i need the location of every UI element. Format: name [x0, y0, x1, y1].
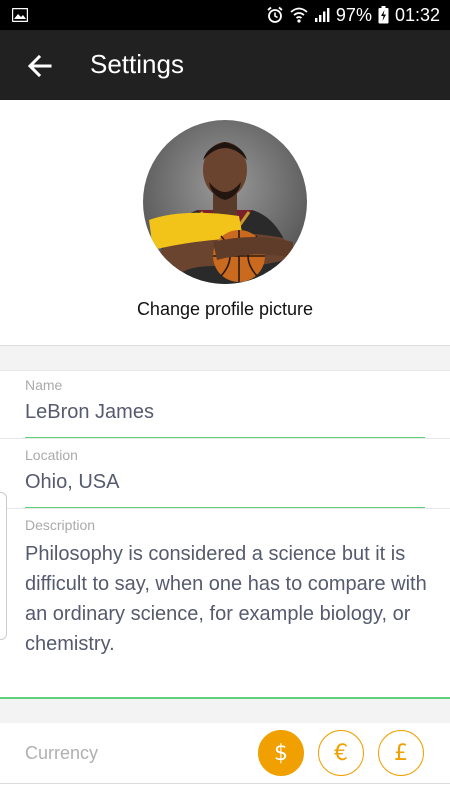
profile-photo: [143, 120, 307, 284]
name-value[interactable]: LeBron James: [25, 401, 154, 424]
wifi-icon: [290, 7, 308, 23]
status-indicators: 97% 01:32: [266, 0, 440, 30]
gallery-notification-icon: [12, 8, 28, 22]
alarm-icon: [267, 6, 283, 23]
status-bar: 97% 01:32: [0, 0, 450, 30]
clock: 01:32: [394, 4, 440, 25]
description-value[interactable]: Philosophy is considered a science but i…: [25, 539, 428, 659]
description-field[interactable]: Description Philosophy is considered a s…: [0, 508, 450, 700]
battery-percentage: 97%: [335, 4, 372, 25]
battery-charging-icon: [378, 6, 389, 24]
profile-section: Change profile picture: [0, 100, 450, 346]
currency-pound-button[interactable]: £: [378, 730, 424, 776]
app-bar: Settings: [0, 30, 450, 100]
name-label: Name: [25, 377, 63, 393]
description-label: Description: [25, 517, 96, 533]
back-arrow-icon[interactable]: [24, 50, 56, 82]
location-value[interactable]: Ohio, USA: [25, 471, 119, 494]
currency-label: Currency: [25, 743, 99, 763]
name-field[interactable]: Name LeBron James: [0, 370, 450, 439]
currency-dollar-button[interactable]: $: [258, 730, 304, 776]
section-divider: [0, 346, 450, 370]
edge-panel-handle[interactable]: [0, 492, 7, 640]
location-label: Location: [25, 447, 78, 463]
page-title: Settings: [90, 49, 184, 79]
section-divider-bottom: [0, 699, 450, 723]
currency-row: Currency $ € £: [0, 723, 450, 784]
change-profile-picture-link[interactable]: Change profile picture: [0, 299, 450, 320]
signal-icon: [314, 8, 330, 22]
settings-screen: 97% 01:32 Settings Change profile pictur…: [0, 0, 450, 800]
location-field[interactable]: Location Ohio, USA: [0, 438, 450, 509]
avatar[interactable]: [143, 120, 307, 284]
currency-euro-button[interactable]: €: [318, 730, 364, 776]
